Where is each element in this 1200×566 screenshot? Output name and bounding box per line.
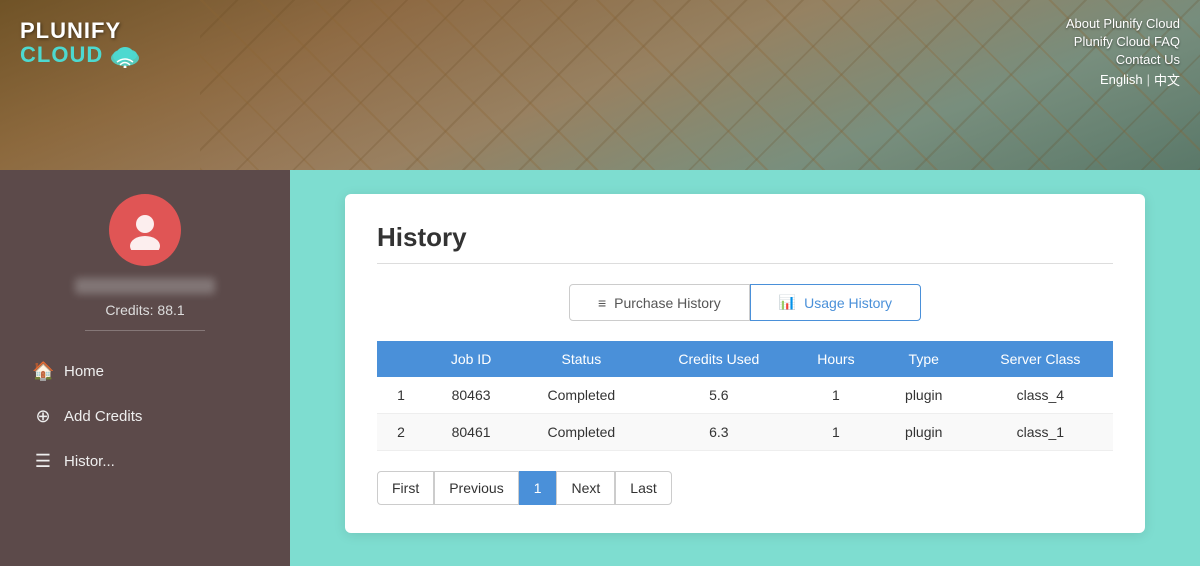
- sidebar-item-add-credits-label: Add Credits: [64, 408, 142, 425]
- pagination-btn-last[interactable]: Last: [615, 471, 671, 505]
- header-nav: About Plunify Cloud Plunify Cloud FAQ Co…: [1066, 16, 1180, 89]
- usage-table: Job ID Status Credits Used Hours Type Se…: [377, 341, 1113, 451]
- pagination: FirstPrevious1NextLast: [377, 471, 1113, 505]
- sidebar-divider: [85, 330, 205, 331]
- col-server-class: Server Class: [968, 341, 1113, 377]
- sidebar-item-add-credits[interactable]: ⊕ Add Credits: [16, 396, 274, 437]
- pagination-btn-1[interactable]: 1: [519, 471, 557, 505]
- col-hours: Hours: [792, 341, 880, 377]
- cell-credits-used: 5.6: [646, 377, 792, 414]
- col-num: [377, 341, 425, 377]
- cell-status: Completed: [517, 377, 646, 414]
- nav-about[interactable]: About Plunify Cloud: [1066, 16, 1180, 31]
- cell-status: Completed: [517, 414, 646, 451]
- sidebar-item-home-label: Home: [64, 363, 104, 380]
- nav-contact[interactable]: Contact Us: [1116, 52, 1180, 67]
- cell-hours: 1: [792, 377, 880, 414]
- hero-banner: PLUNIFY CLOUD About Plunify Cloud Plunif…: [0, 0, 1200, 170]
- sidebar-item-home[interactable]: 🏠 Home: [16, 351, 274, 392]
- site-logo: PLUNIFY CLOUD: [20, 20, 143, 68]
- purchase-tab-label: Purchase History: [614, 295, 721, 311]
- usage-tab-label: Usage History: [804, 295, 892, 311]
- table-row: 1 80463 Completed 5.6 1 plugin class_4: [377, 377, 1113, 414]
- avatar: [109, 194, 181, 266]
- logo-plunify-text: PLUNIFY: [20, 20, 121, 42]
- add-credits-icon: ⊕: [32, 406, 54, 427]
- tab-row: ≡ Purchase History 📊 Usage History: [377, 284, 1113, 321]
- nav-faq[interactable]: Plunify Cloud FAQ: [1074, 34, 1180, 49]
- cell-row-num: 1: [377, 377, 425, 414]
- language-selector: English | 中文: [1100, 70, 1180, 89]
- cell-type: plugin: [880, 377, 968, 414]
- col-status: Status: [517, 341, 646, 377]
- pagination-btn-previous[interactable]: Previous: [434, 471, 518, 505]
- pagination-btn-first[interactable]: First: [377, 471, 434, 505]
- history-card: History ≡ Purchase History 📊 Usage Histo…: [345, 194, 1145, 533]
- table-header-row: Job ID Status Credits Used Hours Type Se…: [377, 341, 1113, 377]
- title-divider: [377, 263, 1113, 264]
- col-job-id: Job ID: [425, 341, 517, 377]
- tab-usage-history[interactable]: 📊 Usage History: [750, 284, 921, 321]
- main-layout: Credits: 88.1 🏠 Home ⊕ Add Credits ☰ His…: [0, 170, 1200, 566]
- content-area: History ≡ Purchase History 📊 Usage Histo…: [290, 170, 1200, 566]
- sidebar-navigation: 🏠 Home ⊕ Add Credits ☰ Histor...: [16, 351, 274, 482]
- pagination-btn-next[interactable]: Next: [556, 471, 615, 505]
- purchase-tab-icon: ≡: [598, 295, 606, 311]
- sidebar-item-history-label: Histor...: [64, 453, 115, 470]
- usage-tab-icon: 📊: [779, 294, 796, 311]
- cell-server-class: class_1: [968, 414, 1113, 451]
- cell-job-id: 80463: [425, 377, 517, 414]
- lang-separator: |: [1147, 72, 1150, 87]
- cell-server-class: class_4: [968, 377, 1113, 414]
- sidebar: Credits: 88.1 🏠 Home ⊕ Add Credits ☰ His…: [0, 170, 290, 566]
- credits-display: Credits: 88.1: [105, 302, 184, 318]
- tab-purchase-history[interactable]: ≡ Purchase History: [569, 284, 750, 321]
- hero-floor-pattern: [200, 0, 1200, 170]
- cell-job-id: 80461: [425, 414, 517, 451]
- cell-hours: 1: [792, 414, 880, 451]
- person-icon: [125, 210, 165, 250]
- cell-credits-used: 6.3: [646, 414, 792, 451]
- sidebar-item-history[interactable]: ☰ Histor...: [16, 441, 274, 482]
- cell-type: plugin: [880, 414, 968, 451]
- col-credits-used: Credits Used: [646, 341, 792, 377]
- table-row: 2 80461 Completed 6.3 1 plugin class_1: [377, 414, 1113, 451]
- lang-chinese[interactable]: 中文: [1154, 70, 1180, 89]
- logo-cloud-text: CLOUD: [20, 44, 103, 66]
- lang-english[interactable]: English: [1100, 72, 1143, 87]
- home-icon: 🏠: [32, 361, 54, 382]
- page-title: History: [377, 222, 1113, 253]
- cloud-icon: [107, 42, 143, 68]
- history-icon: ☰: [32, 451, 54, 472]
- cell-row-num: 2: [377, 414, 425, 451]
- username-display: [75, 278, 215, 294]
- col-type: Type: [880, 341, 968, 377]
